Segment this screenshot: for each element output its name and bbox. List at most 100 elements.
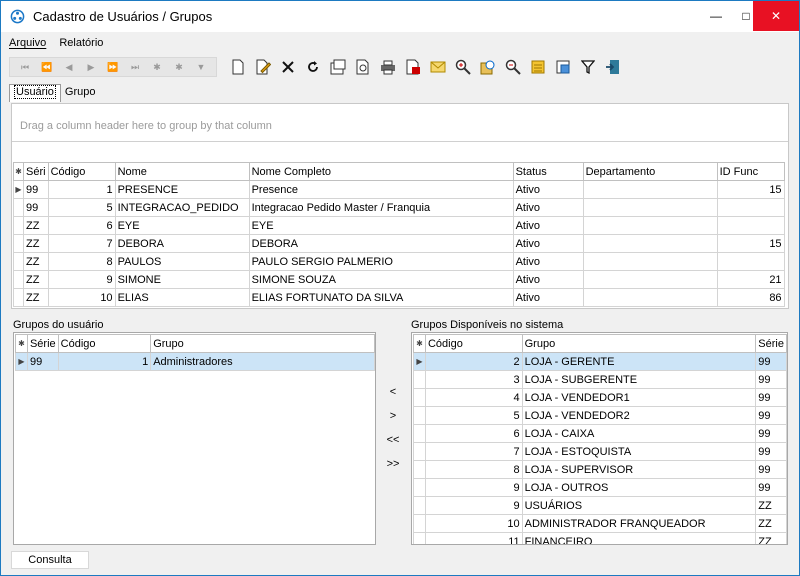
refresh-icon[interactable] (300, 57, 325, 77)
edit-record-icon[interactable]: ✱ (168, 62, 190, 73)
table-row[interactable]: 8 LOJA - SUPERVISOR 99 (413, 460, 787, 479)
table-cell[interactable] (716, 216, 785, 235)
table-cell[interactable]: EYE (248, 216, 514, 235)
table-cell[interactable]: 99 (755, 406, 787, 425)
preview-icon[interactable] (350, 57, 375, 77)
add-group-button[interactable]: > (379, 410, 407, 434)
menu-relatorio[interactable]: Relatório (59, 37, 103, 49)
column-header[interactable]: Grupo (521, 334, 757, 353)
column-header[interactable]: Código (47, 162, 116, 181)
next-page-icon[interactable]: ⏩ (102, 62, 124, 73)
remove-group-button[interactable]: < (379, 386, 407, 410)
email-icon[interactable] (425, 57, 450, 77)
status-tab-consulta[interactable]: Consulta (11, 551, 89, 569)
tab-usuario[interactable]: Usuário (9, 84, 61, 102)
add-all-groups-button[interactable]: >> (379, 458, 407, 482)
prev-record-icon[interactable]: ◀ (58, 62, 80, 73)
column-header[interactable]: Série (26, 334, 59, 353)
table-cell[interactable]: 21 (716, 270, 785, 289)
table-cell[interactable]: 99 (755, 352, 787, 371)
table-cell[interactable]: 6 (47, 216, 116, 235)
column-header[interactable]: Nome Completo (248, 162, 514, 181)
table-cell[interactable]: ZZ (23, 270, 49, 289)
table-cell[interactable] (582, 270, 718, 289)
zoom-out-icon[interactable] (500, 57, 525, 77)
minimize-button[interactable]: — (701, 1, 731, 31)
table-cell[interactable]: 1 (57, 352, 152, 371)
table-cell[interactable]: ZZ (23, 234, 49, 253)
table-cell[interactable]: SIMONE SOUZA (248, 270, 514, 289)
table-cell[interactable]: Ativo (512, 270, 584, 289)
properties-icon[interactable] (325, 57, 350, 77)
table-cell[interactable]: 3 (424, 370, 523, 389)
table-cell[interactable]: 99 (755, 370, 787, 389)
table-cell[interactable]: 9 (424, 478, 523, 497)
menu-arquivo[interactable]: Arquivo (9, 37, 46, 49)
table-row[interactable]: 99 5 INTEGRACAO_PEDIDO Integracao Pedido Ma… (13, 198, 785, 217)
table-cell[interactable]: ZZ (755, 514, 787, 533)
table-cell[interactable]: USUÁRIOS (521, 496, 757, 515)
column-header[interactable]: Departamento (582, 162, 718, 181)
print-icon[interactable] (375, 57, 400, 77)
table-row[interactable]: 3 LOJA - SUBGERENTE 99 (413, 370, 787, 389)
table-cell[interactable]: ZZ (23, 252, 49, 271)
table-cell[interactable]: ZZ (23, 288, 49, 307)
column-header[interactable]: Código (57, 334, 152, 353)
first-record-icon[interactable]: ⏮ (14, 62, 36, 73)
table-cell[interactable]: 99 (755, 442, 787, 461)
table-cell[interactable]: 99 (755, 460, 787, 479)
table-cell[interactable]: 15 (716, 234, 785, 253)
table-cell[interactable] (716, 198, 785, 217)
table-cell[interactable]: 5 (424, 406, 523, 425)
column-header[interactable]: Código (424, 334, 523, 353)
table-cell[interactable]: 7 (47, 234, 116, 253)
table-cell[interactable]: EYE (114, 216, 250, 235)
column-header[interactable]: Séri (23, 162, 49, 181)
table-cell[interactable]: PAULOS (114, 252, 250, 271)
filter-record-icon[interactable]: ▼ (190, 62, 212, 72)
table-row[interactable]: ZZ 9 SIMONE SIMONE SOUZA Ativo 21 (13, 270, 785, 289)
prev-page-icon[interactable]: ⏪ (36, 62, 58, 73)
table-cell[interactable]: LOJA - CAIXA (521, 424, 757, 443)
column-header[interactable]: Nome (114, 162, 250, 181)
table-cell[interactable]: 9 (424, 496, 523, 515)
table-row[interactable]: 7 LOJA - ESTOQUISTA 99 (413, 442, 787, 461)
close-button[interactable]: ✕ (753, 1, 799, 31)
table-cell[interactable]: 2 (424, 352, 523, 371)
table-row[interactable]: 6 LOJA - CAIXA 99 (413, 424, 787, 443)
table-cell[interactable]: 5 (47, 198, 116, 217)
table-cell[interactable] (582, 198, 718, 217)
table-cell[interactable]: 6 (424, 424, 523, 443)
table-cell[interactable]: 11 (424, 532, 523, 544)
table-cell[interactable]: ZZ (755, 496, 787, 515)
table-row[interactable]: ZZ 10 ELIAS ELIAS FORTUNATO DA SILVA Ativo 86 (13, 288, 785, 307)
table-cell[interactable]: ELIAS FORTUNATO DA SILVA (248, 288, 514, 307)
table-cell[interactable]: 99 (755, 424, 787, 443)
export-icon[interactable] (550, 57, 575, 77)
table-row[interactable]: 5 LOJA - VENDEDOR2 99 (413, 406, 787, 425)
remove-all-groups-button[interactable]: << (379, 434, 407, 458)
table-row[interactable]: 9 LOJA - OUTROS 99 (413, 478, 787, 497)
table-row[interactable]: 9 USUÁRIOS ZZ (413, 496, 787, 515)
pdf-icon[interactable] (400, 57, 425, 77)
table-cell[interactable] (582, 288, 718, 307)
next-record-icon[interactable]: ▶ (80, 62, 102, 73)
table-cell[interactable]: Presence (248, 180, 514, 199)
table-cell[interactable]: 99 (755, 478, 787, 497)
table-cell[interactable]: 86 (716, 288, 785, 307)
table-cell[interactable]: 9 (47, 270, 116, 289)
zoom-icon[interactable] (450, 57, 475, 77)
table-row[interactable]: ZZ 6 EYE EYE Ativo (13, 216, 785, 235)
table-cell[interactable]: LOJA - GERENTE (521, 352, 757, 371)
report-icon[interactable] (525, 57, 550, 77)
column-header[interactable]: Grupo (150, 334, 375, 353)
group-by-area[interactable]: Drag a column header here to group by th… (12, 104, 788, 142)
table-cell[interactable]: Integracao Pedido Master / Franquia (248, 198, 514, 217)
table-cell[interactable]: 10 (47, 288, 116, 307)
table-cell[interactable]: LOJA - VENDEDOR2 (521, 406, 757, 425)
table-cell[interactable]: 10 (424, 514, 523, 533)
edit-icon[interactable] (250, 57, 275, 77)
insert-record-icon[interactable]: ✱ (146, 62, 168, 73)
table-cell[interactable]: Ativo (512, 198, 584, 217)
table-cell[interactable]: 99 (23, 180, 49, 199)
